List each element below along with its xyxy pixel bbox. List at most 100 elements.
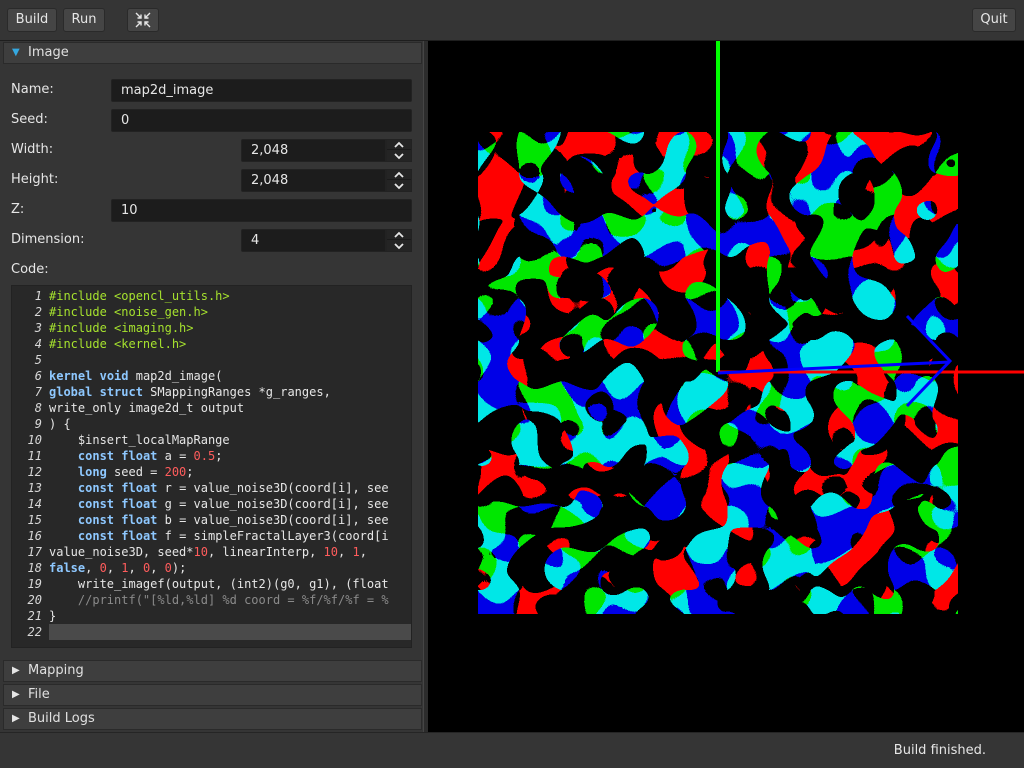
build-logs-section-header[interactable]: ▶ Build Logs — [3, 708, 422, 730]
quit-button[interactable]: Quit — [972, 8, 1016, 32]
mapping-section-header[interactable]: ▶ Mapping — [3, 660, 422, 682]
code-line: kernel void map2d_image( — [49, 368, 411, 384]
code-token: #include <kernel.h> — [49, 337, 187, 351]
collapse-button[interactable] — [127, 8, 159, 32]
code-token: , — [106, 561, 122, 575]
code-token: 10 — [323, 545, 338, 559]
code-token: ); — [171, 561, 187, 575]
code-token: a = — [157, 449, 194, 463]
code-token: float — [121, 481, 158, 495]
z-field[interactable]: 10 — [111, 199, 412, 222]
arrow-down-icon — [394, 243, 404, 250]
code-token: , — [338, 545, 353, 559]
file-section-header[interactable]: ▶ File — [3, 684, 422, 706]
code-token: const — [77, 513, 115, 527]
code-line: #include <kernel.h> — [49, 336, 411, 352]
code-token: float — [121, 449, 158, 463]
code-token: #include <imaging.h> — [49, 321, 194, 335]
line-number: 21 — [27, 609, 42, 623]
code-token: r = value_noise3D(coord[i], see — [157, 481, 389, 495]
height-field[interactable]: 2,048 — [241, 169, 386, 192]
code-token: 200 — [164, 465, 187, 479]
code-token: write_only image2d_t output — [49, 401, 245, 415]
code-token: SMappingRanges *g_ranges, — [142, 385, 331, 399]
code-token: 1 — [352, 545, 360, 559]
code-token: float — [121, 513, 158, 527]
image-section-title: Image — [28, 45, 69, 60]
line-number: 19 — [27, 577, 42, 591]
code-token: , — [128, 561, 143, 575]
code-token: value_noise3D, seed* — [49, 545, 194, 559]
z-label: Z: — [11, 202, 25, 217]
collapsed-triangle-icon: ▶ — [12, 665, 20, 676]
code-token: b = value_noise3D(coord[i], see — [157, 513, 389, 527]
code-line — [49, 624, 411, 640]
build-button[interactable]: Build — [7, 8, 57, 32]
line-number: 18 — [27, 561, 42, 575]
image-section-header[interactable]: ▼ Image — [3, 42, 422, 64]
width-field[interactable]: 2,048 — [241, 139, 386, 162]
code-token: const — [77, 481, 115, 495]
run-button[interactable]: Run — [63, 8, 105, 32]
code-token: #include <opencl_utils.h> — [49, 289, 230, 303]
code-token: g = value_noise3D(coord[i], see — [157, 497, 389, 511]
width-stepper — [386, 139, 412, 162]
code-token: kernel — [49, 369, 93, 383]
render-viewport[interactable] — [428, 41, 1024, 732]
code-token: , linearInterp, — [207, 545, 324, 559]
width-label: Width: — [11, 142, 54, 157]
code-token: const — [77, 449, 115, 463]
code-token: 0 — [164, 561, 172, 575]
height-increment-button[interactable] — [387, 170, 411, 180]
status-bar: Build finished. — [0, 732, 1024, 768]
code-line: global struct SMappingRanges *g_ranges, — [49, 384, 411, 400]
arrow-up-icon — [394, 231, 404, 238]
line-number: 9 — [34, 417, 42, 431]
dimension-increment-button[interactable] — [387, 230, 411, 240]
code-lines[interactable]: #include <opencl_utils.h> #include <noise… — [49, 288, 411, 640]
dimension-decrement-button[interactable] — [387, 241, 411, 251]
code-line: ) { — [49, 416, 411, 432]
code-token: write_imagef(output, (int2)(g0, g1), (fl… — [49, 577, 389, 591]
name-field[interactable]: map2d_image — [111, 79, 412, 102]
code-token: map2d_image( — [128, 369, 223, 383]
code-token: ; — [186, 465, 194, 479]
arrow-up-icon — [394, 141, 404, 148]
width-increment-button[interactable] — [387, 140, 411, 150]
line-number-gutter: 1 2 3 4 5 6 7 8 9 10 11 12 13 14 15 16 17 18 19 20 21 22 — [12, 288, 42, 640]
code-token: //printf("[%ld,%ld] %d coord = %f/%f/%f … — [77, 593, 389, 607]
code-line: long seed = 200; — [49, 464, 411, 480]
code-token: 0.5 — [193, 449, 216, 463]
collapse-arrows-icon — [135, 12, 151, 28]
code-line: #include <noise_gen.h> — [49, 304, 411, 320]
code-editor[interactable]: 1 2 3 4 5 6 7 8 9 10 11 12 13 14 15 16 17 18 19 20 21 22 #inc… — [11, 285, 412, 648]
seed-label: Seed: — [11, 112, 48, 127]
line-number: 14 — [27, 497, 42, 511]
code-token: float — [121, 529, 158, 543]
seed-field[interactable]: 0 — [111, 109, 412, 132]
code-token: , — [359, 545, 367, 559]
width-decrement-button[interactable] — [387, 151, 411, 161]
code-token: ; — [215, 449, 223, 463]
code-token: const — [77, 497, 115, 511]
code-line: write_imagef(output, (int2)(g0, g1), (fl… — [49, 576, 411, 592]
arrow-up-icon — [394, 171, 404, 178]
code-token: } — [49, 609, 57, 623]
properties-panel: ▼ Image Name: map2d_image Seed: 0 Width:… — [0, 41, 423, 732]
height-label: Height: — [11, 172, 59, 187]
code-token: 10 — [193, 545, 208, 559]
line-number: 7 — [34, 385, 42, 399]
line-number: 13 — [27, 481, 42, 495]
code-token: seed = — [106, 465, 165, 479]
dimension-field[interactable]: 4 — [241, 229, 386, 252]
axis-gizmo — [716, 41, 1024, 408]
code-token: void — [99, 369, 129, 383]
mapping-section-title: Mapping — [28, 663, 84, 678]
code-line: const float b = value_noise3D(coord[i], … — [49, 512, 411, 528]
height-decrement-button[interactable] — [387, 181, 411, 191]
